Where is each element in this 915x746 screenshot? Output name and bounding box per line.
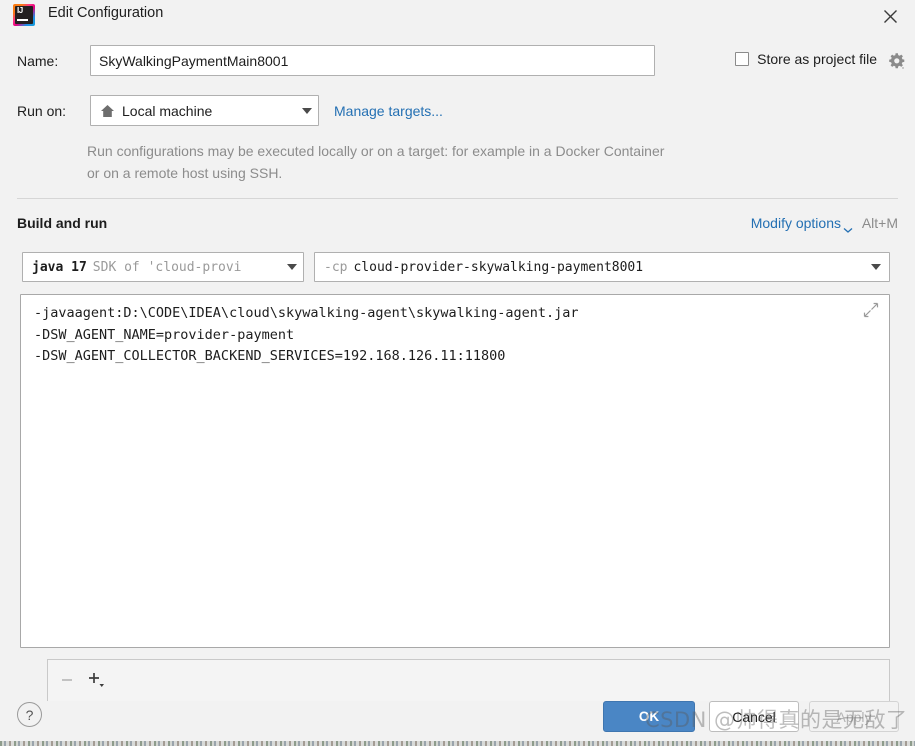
vm-options-text[interactable]: -javaagent:D:\CODE\IDEA\cloud\skywalking… xyxy=(34,303,849,368)
vm-options-editor[interactable]: -javaagent:D:\CODE\IDEA\cloud\skywalking… xyxy=(20,294,890,648)
before-launch-list-panel xyxy=(47,659,890,701)
modify-options-shortcut: Alt+M xyxy=(861,215,898,231)
run-on-dropdown[interactable]: Local machine xyxy=(90,95,319,126)
chevron-down-icon[interactable] xyxy=(843,221,853,239)
apply-button: Apply xyxy=(809,701,899,732)
jdk-dropdown[interactable]: java 17 SDK of 'cloud-provi xyxy=(22,252,304,282)
home-icon xyxy=(100,104,115,118)
close-icon[interactable] xyxy=(875,2,905,30)
classpath-module-dropdown[interactable]: -cp cloud-provider-skywalking-payment800… xyxy=(314,252,890,282)
bottom-noise-strip xyxy=(0,741,915,746)
cancel-button[interactable]: Cancel xyxy=(709,701,799,732)
manage-targets-link[interactable]: Manage targets... xyxy=(334,103,443,119)
titlebar: Edit Configuration xyxy=(0,0,915,32)
classpath-module-value: cloud-provider-skywalking-payment8001 xyxy=(353,259,644,275)
intellij-idea-logo-icon xyxy=(13,4,35,26)
chevron-down-icon[interactable] xyxy=(287,264,297,270)
help-button[interactable]: ? xyxy=(17,702,42,727)
jdk-sdk-label: SDK of 'cloud-provi xyxy=(92,259,242,275)
minus-icon xyxy=(56,669,78,691)
run-on-value: Local machine xyxy=(122,102,213,119)
plus-icon[interactable] xyxy=(84,669,110,691)
name-input[interactable] xyxy=(90,45,655,76)
jdk-version-label: java 17 xyxy=(32,259,87,275)
chevron-down-icon[interactable] xyxy=(871,264,881,270)
ok-button[interactable]: OK xyxy=(603,701,695,732)
chevron-down-icon[interactable] xyxy=(302,107,312,114)
expand-collapse-icon[interactable] xyxy=(863,302,879,318)
store-as-project-file-checkbox[interactable]: Store as project file xyxy=(735,51,877,67)
page-title: Edit Configuration xyxy=(48,5,164,21)
section-divider xyxy=(17,198,898,199)
checkbox-box[interactable] xyxy=(735,52,750,66)
build-and-run-heading: Build and run xyxy=(17,215,108,231)
store-as-project-file-label: Store as project file xyxy=(757,51,877,67)
run-on-description: Run configurations may be executed local… xyxy=(87,143,665,181)
run-on-label: Run on: xyxy=(17,103,67,119)
classpath-flag-label: -cp xyxy=(324,259,348,275)
modify-options-link[interactable]: Modify options xyxy=(751,215,841,231)
edit-configuration-dialog: Edit Configuration Name: Store as projec… xyxy=(0,0,915,746)
name-label: Name: xyxy=(17,53,59,69)
gear-icon[interactable] xyxy=(887,51,907,71)
